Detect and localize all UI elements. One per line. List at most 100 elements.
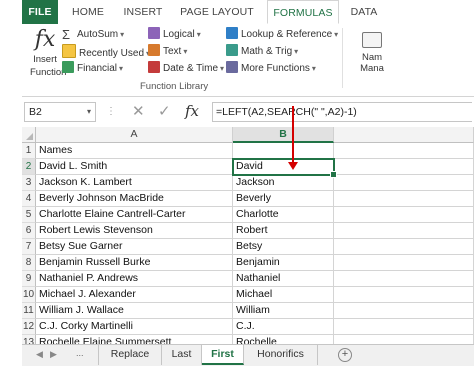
cell-b[interactable]: Beverly (233, 191, 334, 207)
row-header[interactable]: 1 (22, 143, 36, 159)
chevron-down-icon: ▾ (183, 47, 188, 56)
text-button[interactable]: Text ▾ (148, 44, 187, 60)
cell-b[interactable]: Robert (233, 223, 334, 239)
cell-b[interactable]: Michael (233, 287, 334, 303)
cell-b[interactable]: Betsy (233, 239, 334, 255)
insert-function-button[interactable]: fx Insert Function (30, 27, 66, 79)
cell-c[interactable] (334, 287, 474, 303)
cell-c[interactable] (334, 255, 474, 271)
table-row: 6 Robert Lewis Stevenson Robert (22, 223, 474, 239)
formula-bar-grip-icon[interactable]: ⋮ (106, 106, 116, 117)
sheet-tab-honorifics[interactable]: Honorifics (244, 345, 318, 365)
cell-c[interactable] (334, 303, 474, 319)
lookup-reference-button[interactable]: Lookup & Reference ▾ (226, 27, 338, 43)
row-header[interactable]: 10 (22, 287, 36, 303)
cell-a[interactable]: Michael J. Alexander (36, 287, 233, 303)
name-manager-label-2: Mana (360, 63, 384, 74)
add-sheet-icon[interactable]: + (338, 348, 352, 362)
cell-c[interactable] (334, 143, 474, 159)
more-functions-button[interactable]: More Functions ▾ (226, 61, 316, 77)
cell-c[interactable] (334, 319, 474, 335)
name-box[interactable]: B2 ▾ (24, 102, 96, 122)
cell-c[interactable] (334, 223, 474, 239)
chevron-down-icon[interactable]: ▾ (87, 103, 91, 121)
column-header-b[interactable]: B (233, 127, 334, 143)
cancel-entry-icon[interactable]: ✕ (132, 103, 145, 121)
financial-label: Financial (77, 63, 118, 74)
tab-home[interactable]: HOME (66, 0, 110, 24)
table-row: 12 C.J. Corky Martinelli C.J. (22, 319, 474, 335)
row-header[interactable]: 9 (22, 271, 36, 287)
cell-b[interactable]: Benjamin (233, 255, 334, 271)
row-header[interactable]: 2 (22, 159, 36, 175)
chevron-down-icon: ▾ (119, 64, 124, 73)
next-sheet-icon[interactable]: ▶ (50, 349, 57, 360)
tab-insert[interactable]: INSERT (118, 0, 168, 24)
math-book-icon (226, 44, 238, 56)
table-row: 7 Betsy Sue Garner Betsy (22, 239, 474, 255)
sheet-tab-last[interactable]: Last (162, 345, 202, 365)
row-header[interactable]: 12 (22, 319, 36, 335)
cell-c[interactable] (334, 271, 474, 287)
row-header[interactable]: 11 (22, 303, 36, 319)
select-all-corner[interactable] (22, 127, 36, 143)
row-header[interactable]: 7 (22, 239, 36, 255)
cell-a[interactable]: Robert Lewis Stevenson (36, 223, 233, 239)
lookup-reference-label: Lookup & Reference (241, 29, 333, 40)
math-trig-button[interactable]: Math & Trig ▾ (226, 44, 298, 60)
cell-c[interactable] (334, 191, 474, 207)
sheet-tab-first[interactable]: First (202, 345, 244, 365)
row-header[interactable]: 8 (22, 255, 36, 271)
cell-a[interactable]: Nathaniel P. Andrews (36, 271, 233, 287)
row-header[interactable]: 5 (22, 207, 36, 223)
cell-b[interactable]: David (233, 159, 334, 175)
cell-a[interactable]: Jackson K. Lambert (36, 175, 233, 191)
row-header[interactable]: 3 (22, 175, 36, 191)
cell-b[interactable] (233, 143, 334, 159)
tab-data[interactable]: DATA (344, 0, 384, 24)
cell-b[interactable]: William (233, 303, 334, 319)
autosum-label: AutoSum (77, 29, 119, 40)
column-header-a[interactable]: A (36, 127, 233, 143)
cell-a[interactable]: Names (36, 143, 233, 159)
cell-a[interactable]: William J. Wallace (36, 303, 233, 319)
cell-c[interactable] (334, 239, 474, 255)
cell-b[interactable]: Jackson (233, 175, 334, 191)
function-icon: fx (34, 27, 56, 52)
sheet-tab-bar: ◀ ▶ ... Replace Last First Honorifics + (22, 344, 474, 366)
cell-a[interactable]: Beverly Johnson MacBride (36, 191, 233, 207)
cell-a[interactable]: Charlotte Elaine Cantrell-Carter (36, 207, 233, 223)
row-header[interactable]: 4 (22, 191, 36, 207)
recently-used-button[interactable]: Recently Used▾ (62, 44, 150, 60)
cell-c[interactable] (334, 175, 474, 191)
prev-sheet-icon[interactable]: ◀ (36, 349, 43, 360)
cell-a[interactable]: C.J. Corky Martinelli (36, 319, 233, 335)
recently-used-label: Recently Used (79, 48, 145, 59)
logical-label: Logical (163, 29, 195, 40)
cell-b[interactable]: C.J. (233, 319, 334, 335)
table-row: 4 Beverly Johnson MacBride Beverly (22, 191, 474, 207)
tab-file[interactable]: FILE (22, 0, 58, 24)
tab-page-layout[interactable]: PAGE LAYOUT (175, 0, 259, 24)
column-header-c[interactable] (334, 127, 474, 143)
more-sheets-icon[interactable]: ... (76, 348, 84, 358)
cell-a[interactable]: David L. Smith (36, 159, 233, 175)
confirm-entry-icon[interactable]: ✓ (158, 103, 171, 121)
formula-input[interactable]: =LEFT(A2,SEARCH(" ",A2)-1) (212, 102, 472, 122)
cell-b[interactable]: Charlotte (233, 207, 334, 223)
name-manager-button[interactable]: Nam Mana (352, 32, 392, 74)
tab-formulas[interactable]: FORMULAS (267, 0, 339, 24)
cell-c[interactable] (334, 159, 474, 175)
insert-function-icon[interactable]: fx (185, 102, 199, 120)
cell-a[interactable]: Betsy Sue Garner (36, 239, 233, 255)
row-header[interactable]: 6 (22, 223, 36, 239)
logical-button[interactable]: Logical ▾ (148, 27, 201, 43)
cell-a[interactable]: Benjamin Russell Burke (36, 255, 233, 271)
financial-button[interactable]: Financial ▾ (62, 61, 123, 77)
autosum-button[interactable]: Σ AutoSum ▾ (62, 27, 124, 43)
sheet-tab-replace[interactable]: Replace (98, 345, 162, 365)
cell-c[interactable] (334, 207, 474, 223)
cell-b[interactable]: Nathaniel (233, 271, 334, 287)
date-time-button[interactable]: Date & Time ▾ (148, 61, 224, 77)
name-manager-label-1: Nam (361, 52, 383, 63)
